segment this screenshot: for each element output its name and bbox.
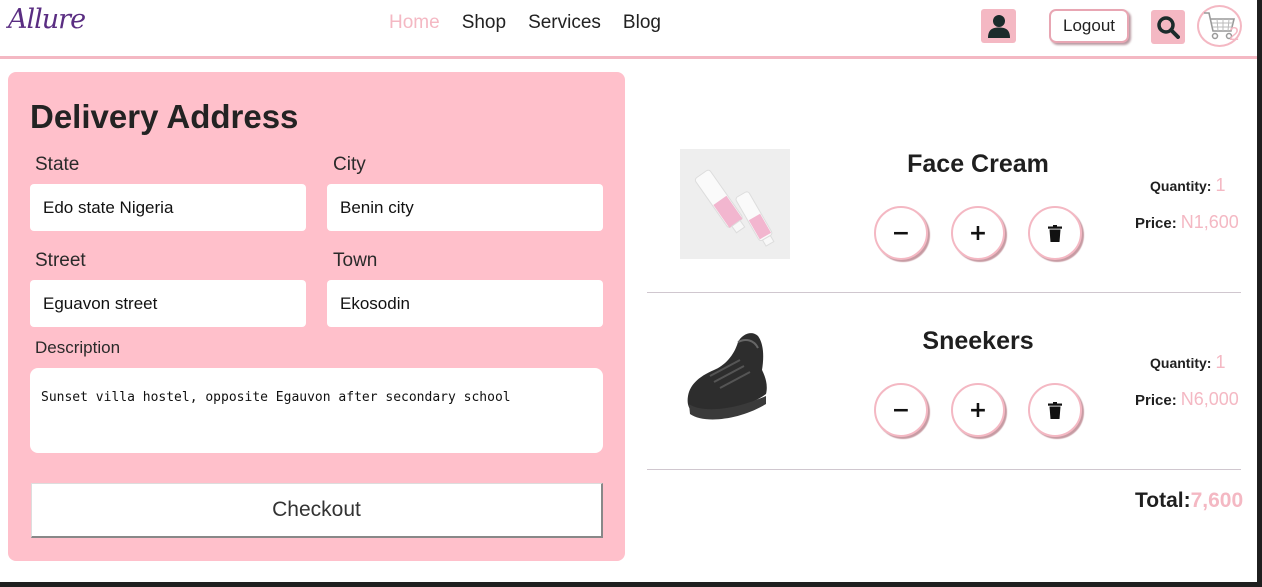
user-profile-button[interactable] [981,9,1016,43]
nav-home[interactable]: Home [389,12,440,34]
total-value: 7,600 [1190,489,1244,512]
decrease-quantity-button[interactable]: − [874,383,928,437]
description-label: Description [35,338,121,357]
city-label: City [333,154,366,175]
town-input[interactable] [327,280,603,327]
product-name-text: Face Cream [907,150,1049,178]
state-input[interactable] [30,184,306,231]
main-nav: Home Shop Services Blog [389,12,661,34]
quantity-label: Quantity: [1150,178,1212,194]
town-label: Town [333,250,378,271]
price-value: N1,600 [1180,212,1239,232]
delete-item-button[interactable] [1028,383,1082,437]
face-cream-image [680,149,790,259]
search-button[interactable] [1151,10,1185,44]
nav-services[interactable]: Services [528,12,601,34]
increase-quantity-button[interactable]: + [951,383,1005,437]
cart-item: Face Cream − + Quantity: 1 Price: N1,600 [647,116,1241,293]
product-name-text: Sneekers [922,327,1034,355]
state-label: State [35,154,80,175]
cart-total: Total:7,600 [1135,489,1243,513]
decrease-quantity-button[interactable]: − [874,206,928,260]
quantity-row: Quantity: 1 [1150,352,1225,373]
quantity-value: 1 [1215,175,1226,195]
increase-quantity-button[interactable]: + [951,206,1005,260]
page: Allure Home Shop Services Blog Logout 2 … [0,0,1257,582]
checkout-button[interactable]: Checkout [31,483,603,538]
delivery-address-form: Delivery Address State City Street Town … [8,72,625,561]
quantity-value: 1 [1215,352,1226,372]
total-label: Total: [1135,489,1191,512]
top-navbar: Allure Home Shop Services Blog Logout 2 [0,0,1257,59]
price-row: Price: N1,600 [1135,212,1239,233]
street-label: Street [35,250,86,271]
street-input[interactable] [30,280,306,327]
search-icon [1157,16,1180,39]
quantity-row: Quantity: 1 [1150,175,1225,196]
trash-icon [1048,224,1062,242]
sneaker-image [680,326,790,436]
user-icon [987,15,1010,38]
trash-icon [1048,401,1062,419]
price-label: Price: [1135,392,1177,409]
delivery-title: Delivery Address [30,98,299,135]
delete-item-button[interactable] [1028,206,1082,260]
nav-blog[interactable]: Blog [623,12,661,34]
price-value: N6,000 [1180,389,1239,409]
cart-count-badge: 2 [1229,24,1240,44]
logout-button[interactable]: Logout [1049,9,1129,43]
nav-shop[interactable]: Shop [462,12,506,34]
price-row: Price: N6,000 [1135,389,1239,410]
price-label: Price: [1135,215,1177,232]
cart-item: Sneekers − + Quantity: 1 Price: N6,000 [647,293,1241,470]
brand-logo[interactable]: Allure [8,4,86,35]
city-input[interactable] [327,184,603,231]
description-textarea[interactable]: Sunset villa hostel, opposite Egauvon af… [30,368,603,453]
quantity-label: Quantity: [1150,355,1212,371]
